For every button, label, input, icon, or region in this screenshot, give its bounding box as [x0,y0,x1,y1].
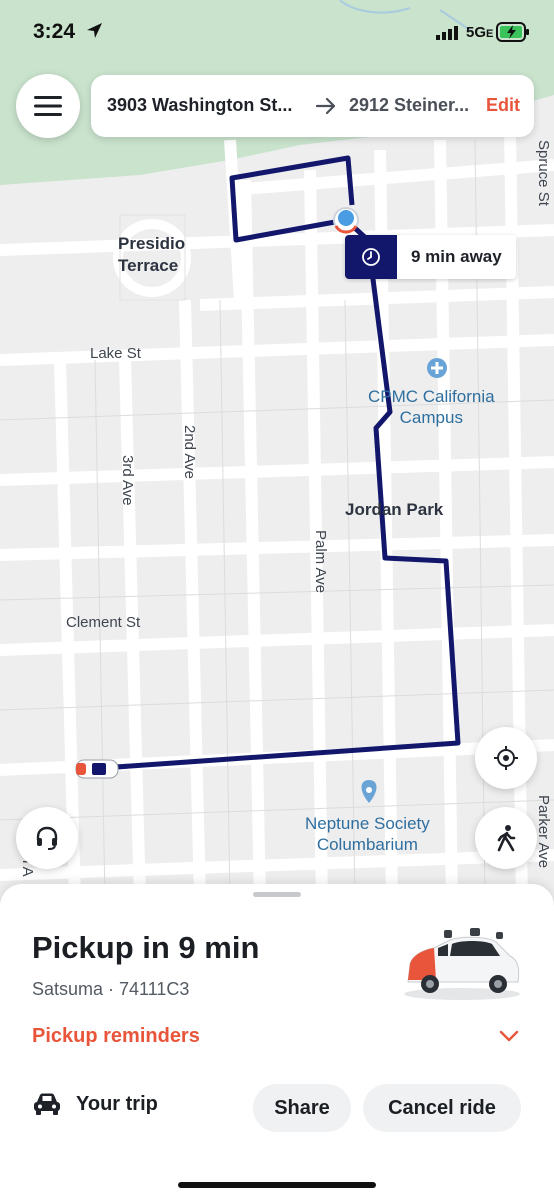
sheet-grabber[interactable] [253,892,301,897]
map-label-neptune: Neptune Society Columbarium [305,814,430,854]
network-type: 5GE [466,24,494,41]
status-time: 3:24 [33,20,76,43]
car-icon [34,1093,60,1115]
menu-button[interactable] [16,74,80,138]
hamburger-menu-icon [34,96,62,116]
status-bar: 3:24 5GE [0,0,554,64]
home-indicator[interactable] [178,1182,376,1188]
route-summary-bar[interactable]: 3903 Washington St... 2912 Steiner... Ed… [91,75,534,137]
pickup-reminders-toggle[interactable]: Pickup reminders [32,1025,200,1048]
signal-icon [436,26,458,40]
walking-person-icon [497,825,516,852]
your-trip-label: Your trip [76,1092,158,1115]
map-label-palm-ave: Palm Ave [312,530,329,594]
your-trip-button[interactable]: Your trip [32,1092,158,1116]
walking-directions-button[interactable] [475,807,537,869]
route-destination: 2912 Steiner... [349,95,470,115]
vehicle-image [404,928,520,1000]
route-origin: 3903 Washington St... [107,95,293,115]
clock-icon [345,235,397,279]
map-label-3rd-ave: 3rd Ave [119,455,136,506]
ride-status-sheet: Pickup in 9 min Satsuma · 74111C3 Pickup… [0,884,554,1200]
eta-text: 9 min away [397,235,516,279]
map-label-lake-st: Lake St [90,345,141,362]
battery-charging-icon [496,22,529,42]
pickup-title: Pickup in 9 min [32,930,260,965]
eta-callout: 9 min away [345,235,516,279]
map-label-clement-st: Clement St [66,614,141,631]
map-label-2nd-ave: 2nd Ave [181,425,198,479]
headset-icon [36,826,58,850]
chevron-down-icon[interactable] [498,1029,520,1043]
map-label-cpmc: CPMC California Campus [368,387,495,427]
vehicle-info: Satsuma · 74111C3 [32,979,190,999]
crosshair-icon [494,746,518,770]
edit-route-button[interactable]: Edit [486,95,520,116]
map-label-parker-ave: Parker Ave [535,795,552,869]
recenter-button[interactable] [475,727,537,789]
location-arrow-icon [87,23,102,38]
arrow-right-icon [315,97,336,115]
map-label-spruce-st: Spruce St [535,140,552,206]
share-button[interactable]: Share [253,1084,351,1132]
support-button[interactable] [16,807,78,869]
map-label-jordan-park: Jordan Park [345,500,444,519]
cancel-ride-button[interactable]: Cancel ride [363,1084,521,1132]
map-label-presidio-terrace: Presidio Terrace [118,234,186,275]
